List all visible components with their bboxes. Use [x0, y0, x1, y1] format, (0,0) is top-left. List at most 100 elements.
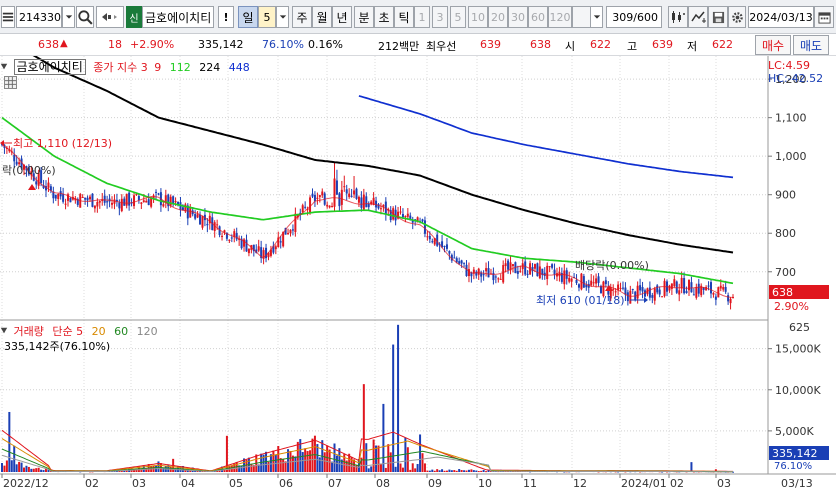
volume-legend-menu-icon[interactable] [0, 325, 10, 338]
interval-20-button[interactable]: 20 [488, 6, 508, 28]
volume-legend-label[interactable]: 거래량 [14, 325, 44, 338]
volume-bar [42, 470, 45, 472]
volume-legend-ma60[interactable]: 60 [114, 325, 128, 338]
period-week-button[interactable]: 주 [292, 6, 312, 28]
candle-body [626, 292, 629, 302]
volume-bar [382, 403, 385, 472]
sell-button[interactable]: 매도 [793, 35, 829, 55]
data-count-field[interactable]: 309/600 [606, 6, 662, 28]
prev-next-icon[interactable] [96, 6, 124, 28]
stock-chart-window: 214330 신 금호에이치티 ! 일 5 주 월 년 분 초 틱 1 3 5 … [0, 0, 836, 499]
period-day-button[interactable]: 일 [238, 6, 258, 28]
volume-bar [3, 465, 6, 472]
legend-ma9[interactable]: 9 [154, 61, 161, 74]
candle-body [194, 214, 197, 219]
toolbar: 214330 신 금호에이치티 ! 일 5 주 월 년 분 초 틱 1 3 5 … [0, 0, 836, 34]
candle-body [648, 287, 651, 298]
code-dropdown-icon[interactable] [62, 6, 75, 28]
candle-settings-icon[interactable] [668, 6, 688, 28]
legend-ma224[interactable]: 224 [199, 61, 220, 74]
low-annotation-label: 최저 610 (01/18) [536, 294, 625, 307]
price-change: 18 [108, 38, 122, 51]
legend-ma448[interactable]: 448 [229, 61, 250, 74]
volume-tick-label: 10,000K [775, 384, 821, 397]
interval-3-button[interactable]: 3 [432, 6, 448, 28]
interval-60-button[interactable]: 60 [528, 6, 548, 28]
candle-body [485, 268, 488, 272]
current-rate-label: 2.90% [774, 300, 809, 313]
candle-body [162, 204, 165, 207]
credit-badge: 신 [126, 6, 142, 28]
indicator-table-icon[interactable] [4, 76, 17, 89]
candle-body [13, 154, 16, 162]
interval-120-button[interactable]: 120 [548, 6, 572, 28]
volume-bar [269, 454, 272, 472]
candle-body [304, 206, 307, 208]
period-value-field[interactable]: 5 [258, 6, 276, 28]
interval-10-button[interactable]: 10 [468, 6, 488, 28]
volume-bar [20, 462, 23, 472]
candle-body [526, 273, 529, 275]
volume-legend-ma120[interactable]: 120 [137, 325, 158, 338]
candle-body [431, 241, 434, 243]
candle-body [230, 237, 233, 239]
volume-bar [475, 470, 478, 472]
candle-body [47, 182, 50, 188]
trend-tool-icon[interactable] [688, 6, 708, 28]
candle-body [54, 194, 57, 199]
volume-bar [465, 470, 468, 472]
candle-body [399, 211, 402, 213]
save-disk-icon[interactable] [708, 6, 728, 28]
candle-body [199, 214, 202, 225]
buy-button[interactable]: 매수 [755, 35, 791, 55]
volume-bar [421, 453, 424, 472]
volume-bar [362, 384, 365, 472]
interval-1-button[interactable]: 1 [414, 6, 430, 28]
legend-menu-icon[interactable] [0, 61, 10, 74]
candle-body [279, 241, 282, 243]
stock-name-field[interactable]: 금호에이치티 [142, 6, 214, 28]
volume-bar [436, 469, 439, 472]
period-second-button[interactable]: 초 [374, 6, 394, 28]
calendar-icon[interactable] [814, 6, 834, 28]
candle-body [274, 246, 277, 250]
period-minute-button[interactable]: 분 [354, 6, 374, 28]
interval-5-button[interactable]: 5 [450, 6, 466, 28]
volume-bar [397, 324, 400, 472]
gear-icon[interactable] [728, 6, 746, 28]
interval-30-button[interactable]: 30 [508, 6, 528, 28]
candle-body [345, 189, 348, 194]
high-annotation: 최고 1,110 (12/13) [0, 137, 112, 150]
volume-bar [404, 437, 407, 472]
volume-bar [18, 461, 21, 472]
volume-legend-ma20[interactable]: 20 [92, 325, 106, 338]
panel-menu-icon[interactable] [1, 6, 15, 28]
period-tick-button[interactable]: 틱 [394, 6, 414, 28]
alert-button[interactable]: ! [218, 6, 234, 28]
quote-bar: 638 ▲ 18 +2.90% 335,142 76.10% 0.16% 212… [0, 34, 836, 56]
candle-body [287, 232, 290, 235]
volume-bar [401, 467, 404, 472]
period-month-button[interactable]: 월 [312, 6, 332, 28]
period-year-button[interactable]: 년 [332, 6, 352, 28]
candle-body [460, 260, 463, 264]
legend-stock-name[interactable]: 금호에이치티 [13, 59, 86, 75]
high-annotation-label: 최고 1,110 (12/13) [13, 137, 112, 150]
interval-dropdown-icon[interactable] [590, 6, 603, 28]
candle-body [123, 198, 126, 206]
legend-ma112[interactable]: 112 [170, 61, 191, 74]
interval-custom-field[interactable] [572, 6, 592, 28]
candle-body [582, 276, 585, 288]
legend-ma-label[interactable]: 종가 지수 3 [93, 61, 147, 74]
date-field[interactable]: 2024/03/13 [748, 6, 814, 28]
volume-bar [25, 465, 28, 472]
period-dropdown-icon[interactable] [276, 6, 289, 28]
candle-body [318, 195, 321, 198]
volume-legend-ma-label[interactable]: 단순 5 [52, 325, 83, 338]
stock-code-input[interactable]: 214330 [16, 6, 62, 28]
volume-bar [23, 467, 26, 472]
candle-body [619, 287, 622, 289]
candle-body [321, 191, 324, 196]
search-icon[interactable] [76, 6, 94, 28]
volume-bar [394, 466, 397, 472]
